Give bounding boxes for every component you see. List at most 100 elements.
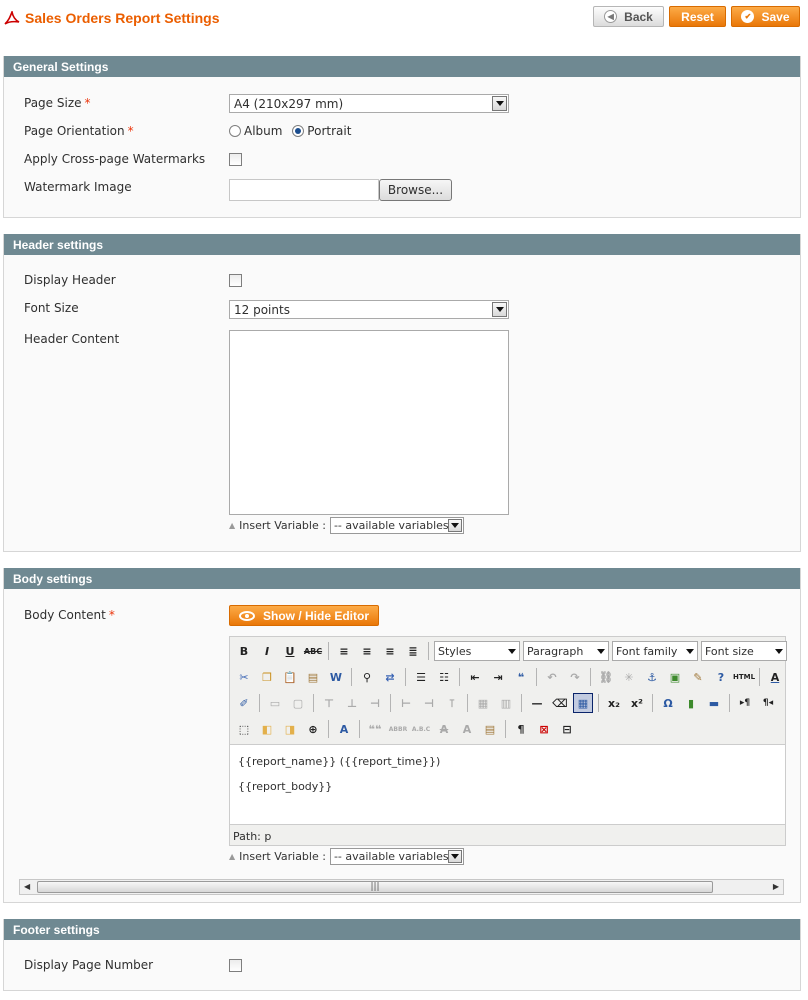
insert-col-before-icon[interactable]: ⊢	[396, 693, 416, 713]
scroll-left-icon[interactable]: ◀	[24, 882, 30, 891]
paste-text-icon[interactable]: ▤	[303, 667, 323, 687]
show-hide-editor-button[interactable]: Show / Hide Editor	[229, 605, 379, 626]
display-page-number-checkbox[interactable]	[229, 959, 242, 972]
general-settings-section: General Settings Page Size * A4 (210x297 …	[3, 56, 801, 218]
delete-row-icon[interactable]: ⊣	[365, 693, 385, 713]
top-actions: ◀ Back Reset ✔ Save	[593, 6, 800, 27]
styleprops-icon[interactable]: A	[334, 719, 354, 739]
move-forward-icon[interactable]: ◧	[257, 719, 277, 739]
align-left-icon[interactable]: ≡	[334, 641, 354, 661]
body-variable-select[interactable]: -- available variables --	[329, 848, 464, 865]
paste-word-icon[interactable]: W	[326, 667, 346, 687]
blockquote-icon[interactable]: ❝	[511, 667, 531, 687]
horizontal-rule-icon[interactable]: —	[527, 693, 547, 713]
move-backward-icon[interactable]: ◨	[280, 719, 300, 739]
pilcrow-icon[interactable]: ¶	[511, 719, 531, 739]
paragraph-select[interactable]: Paragraph	[523, 641, 609, 661]
watermark-image-label: Watermark Image	[24, 180, 132, 194]
save-button[interactable]: ✔ Save	[731, 6, 800, 27]
display-header-checkbox[interactable]	[229, 274, 242, 287]
header-content-textarea[interactable]	[229, 330, 509, 515]
superscript-icon[interactable]: x²	[627, 693, 647, 713]
link-icon[interactable]: ⛓	[596, 667, 616, 687]
italic-icon[interactable]: I	[257, 641, 277, 661]
del-icon[interactable]: A	[434, 719, 454, 739]
paste-icon[interactable]: 📋	[280, 667, 300, 687]
absolute-position-icon[interactable]: ⊕	[303, 719, 323, 739]
cell-props-icon[interactable]: ▢	[288, 693, 308, 713]
outdent-icon[interactable]: ⇤	[465, 667, 485, 687]
html-icon[interactable]: HTML	[733, 667, 755, 687]
find-icon[interactable]: ⚲	[357, 667, 377, 687]
table-edit-icon[interactable]: ✐	[234, 693, 254, 713]
scroll-right-icon[interactable]: ▶	[773, 882, 779, 891]
undo-icon[interactable]: ↶	[542, 667, 562, 687]
insert-row-after-icon[interactable]: ⊥	[342, 693, 362, 713]
chevron-down-icon	[447, 519, 462, 532]
horizontal-scrollbar[interactable]: ◀ ||| ▶	[19, 879, 784, 895]
insert-row-before-icon[interactable]: ⊤	[319, 693, 339, 713]
page-break-icon[interactable]: ⊟	[557, 719, 577, 739]
remove-format-icon[interactable]: ⌫	[550, 693, 570, 713]
cite-icon[interactable]: ❝❝	[365, 719, 385, 739]
align-right-icon[interactable]: ≡	[380, 641, 400, 661]
insert-layer-icon[interactable]: ⬚	[234, 719, 254, 739]
page-size-select[interactable]: A4 (210x297 mm)	[229, 94, 509, 113]
section-title: Body settings	[4, 568, 800, 589]
underline-icon[interactable]: U	[280, 641, 300, 661]
abbr-icon[interactable]: ABBR	[388, 719, 408, 739]
scrollbar-thumb[interactable]: |||	[37, 881, 713, 893]
radio-portrait[interactable]	[292, 125, 305, 137]
bullet-list-icon[interactable]: ☰	[411, 667, 431, 687]
advanced-hr-icon[interactable]: ▬	[704, 693, 724, 713]
insert-col-after-icon[interactable]: ⊣	[419, 693, 439, 713]
visual-aid-icon[interactable]: ▦	[573, 693, 593, 713]
split-cells-icon[interactable]: ▦	[473, 693, 493, 713]
ltr-icon[interactable]: ▸¶	[735, 693, 755, 713]
align-center-icon[interactable]: ≡	[357, 641, 377, 661]
font-size-select[interactable]: 12 points	[229, 300, 509, 319]
copy-icon[interactable]: ❐	[257, 667, 277, 687]
chevron-down-icon	[684, 643, 696, 659]
strikethrough-icon[interactable]: ABC	[303, 641, 323, 661]
triangle-up-icon: ▲	[229, 521, 236, 530]
help-icon[interactable]: ?	[711, 667, 731, 687]
editor-path: Path: p	[233, 830, 272, 843]
merge-cells-icon[interactable]: ▥	[496, 693, 516, 713]
indent-icon[interactable]: ⇥	[488, 667, 508, 687]
font-family-select[interactable]: Font family	[612, 641, 698, 661]
back-button[interactable]: ◀ Back	[593, 6, 664, 27]
redo-icon[interactable]: ↷	[565, 667, 585, 687]
ins-icon[interactable]: A	[457, 719, 477, 739]
triangle-up-icon: ▲	[229, 852, 236, 861]
numbered-list-icon[interactable]: ☷	[434, 667, 454, 687]
anchor-icon[interactable]: ⚓	[642, 667, 662, 687]
attributes-icon[interactable]: ▤	[480, 719, 500, 739]
unlink-icon[interactable]: ✳	[619, 667, 639, 687]
browse-button[interactable]: Browse...	[379, 179, 452, 201]
font-size-tb-select[interactable]: Font size	[701, 641, 787, 661]
row-props-icon[interactable]: ▭	[265, 693, 285, 713]
watermarks-checkbox[interactable]	[229, 153, 242, 166]
wysiwyg-editor: B I U ABC ≡ ≡ ≡ ≣ Styles Paragraph Font …	[229, 636, 787, 846]
non-breaking-icon[interactable]: ⊠	[534, 719, 554, 739]
header-variable-select[interactable]: -- available variables --	[329, 517, 464, 534]
cut-icon[interactable]: ✂	[234, 667, 254, 687]
watermark-image-input[interactable]	[229, 179, 379, 201]
image-icon[interactable]: ▣	[665, 667, 685, 687]
replace-icon[interactable]: ⇄	[380, 667, 400, 687]
acronym-icon[interactable]: A.B.C	[411, 719, 431, 739]
styles-select[interactable]: Styles	[434, 641, 520, 661]
text-color-icon[interactable]: A	[765, 667, 785, 687]
subscript-icon[interactable]: x₂	[604, 693, 624, 713]
align-justify-icon[interactable]: ≣	[403, 641, 423, 661]
reset-button[interactable]: Reset	[669, 6, 726, 27]
rtl-icon[interactable]: ¶◂	[758, 693, 778, 713]
special-char-icon[interactable]: Ω	[658, 693, 678, 713]
bold-icon[interactable]: B	[234, 641, 254, 661]
delete-col-icon[interactable]: ⊺	[442, 693, 462, 713]
cleanup-icon[interactable]: ✎	[688, 667, 708, 687]
media-icon[interactable]: ▮	[681, 693, 701, 713]
radio-album[interactable]	[229, 125, 241, 137]
editor-content[interactable]: {{report_name}} ({{report_time}}) {{repo…	[230, 744, 785, 825]
